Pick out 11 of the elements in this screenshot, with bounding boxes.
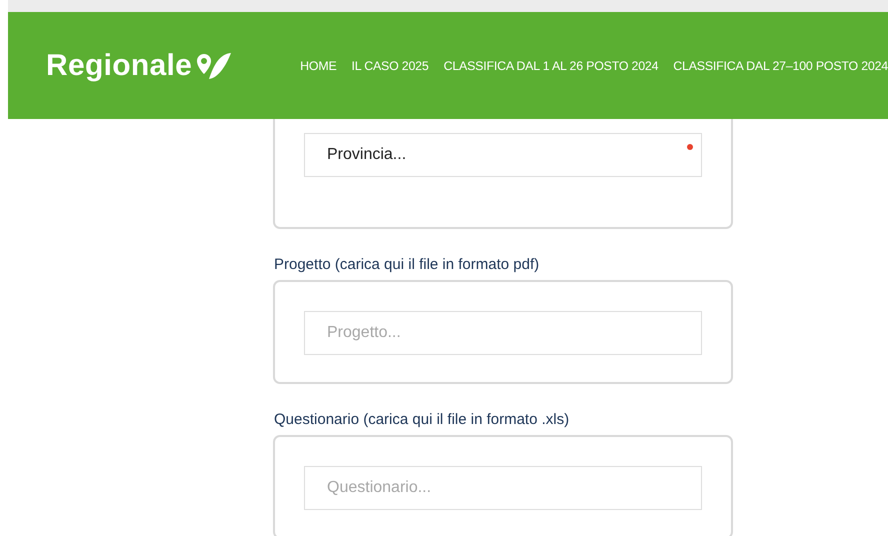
pin-leaf-icon bbox=[196, 52, 232, 80]
logo-text: Regionale bbox=[46, 48, 192, 82]
nav-link[interactable]: CLASSIFICA DAL 27–100 POSTO 2024 bbox=[673, 58, 888, 72]
nav-link[interactable]: HOME bbox=[300, 58, 337, 72]
field-label: Questionario (carica qui il file in formato .xls) bbox=[274, 411, 570, 428]
input-field[interactable]: Provincia... bbox=[304, 133, 702, 177]
input-field[interactable]: Questionario... bbox=[304, 466, 702, 510]
nav-link[interactable]: CLASSIFICA DAL 1 AL 26 POSTO 2024 bbox=[444, 58, 658, 72]
nav-link[interactable]: IL CASO 2025 bbox=[352, 58, 429, 72]
input-field[interactable]: Progetto... bbox=[304, 311, 702, 355]
field-label: Progetto (carica qui il file in formato pdf) bbox=[274, 256, 540, 273]
